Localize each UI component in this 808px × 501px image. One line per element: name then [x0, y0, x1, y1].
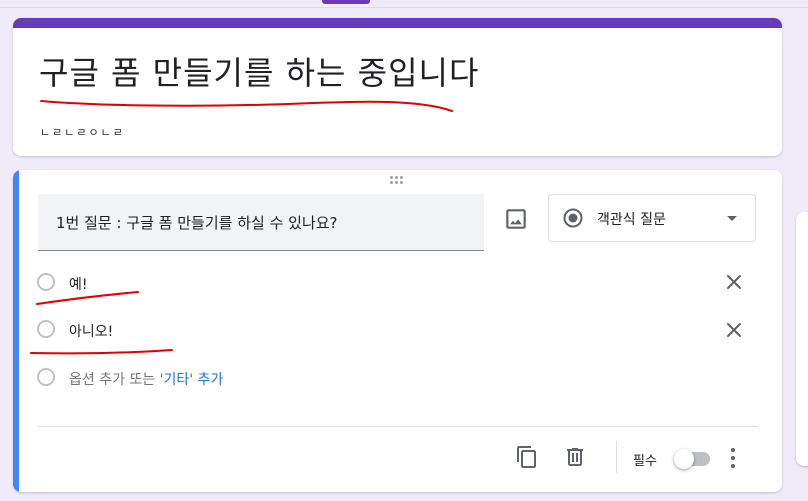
option-label-2[interactable]: 아니오! — [69, 321, 113, 341]
question-type-select[interactable]: 객관식 질문 — [548, 194, 756, 242]
footer-divider — [38, 426, 758, 427]
active-question-accent — [13, 170, 19, 492]
radio-empty-icon — [37, 320, 55, 338]
google-forms-editor: 구글 폼 만들기를 하는 중입니다 ㄴㄹㄴㄹㅇㄴㄹ 1번 질문 : 구글 폼 만… — [0, 0, 808, 501]
question-title-text: 1번 질문 : 구글 폼 만들기를 하실 수 있나요? — [56, 214, 338, 232]
image-icon — [506, 209, 526, 229]
duplicate-button[interactable] — [515, 445, 539, 469]
question-card[interactable]: 1번 질문 : 구글 폼 만들기를 하실 수 있나요? 객관식 질문 예! 아니… — [13, 170, 782, 492]
remove-option-2-button[interactable] — [724, 320, 744, 340]
active-tab-indicator — [322, 0, 370, 4]
header-divider — [0, 7, 808, 8]
required-label: 필수 — [633, 454, 657, 469]
trash-icon — [567, 448, 583, 466]
add-option-label[interactable]: 옵션 추가 또는 — [69, 372, 160, 388]
drag-handle-icon[interactable] — [390, 176, 406, 186]
question-type-label: 객관식 질문 — [597, 212, 666, 228]
remove-option-1-button[interactable] — [724, 272, 744, 292]
more-vert-icon[interactable] — [729, 447, 737, 469]
toggle-knob — [674, 449, 694, 469]
radio-button-checked-icon — [563, 208, 583, 228]
close-icon — [727, 275, 741, 289]
question-title-input[interactable]: 1번 질문 : 구글 폼 만들기를 하실 수 있나요? — [38, 194, 484, 251]
radio-empty-icon — [37, 368, 55, 386]
copy-icon — [517, 446, 536, 468]
option-row-2[interactable]: 아니오! — [37, 318, 437, 344]
close-icon — [727, 323, 741, 337]
form-title[interactable]: 구글 폼 만들기를 하는 중입니다 — [39, 48, 479, 94]
add-image-button[interactable] — [503, 206, 529, 232]
delete-button[interactable] — [563, 445, 587, 469]
form-description[interactable]: ㄴㄹㄴㄹㅇㄴㄹ — [40, 124, 125, 140]
add-other-link[interactable]: '기타' 추가 — [160, 372, 224, 388]
form-title-card[interactable]: 구글 폼 만들기를 하는 중입니다 ㄴㄹㄴㄹㅇㄴㄹ — [13, 18, 782, 156]
theme-accent-bar — [13, 18, 782, 28]
floating-side-toolbar[interactable] — [796, 212, 808, 466]
footer-vertical-divider — [616, 441, 617, 473]
option-row-1[interactable]: 예! — [37, 271, 437, 297]
option-label-1[interactable]: 예! — [69, 274, 88, 294]
add-option-text: 옵션 추가 또는 '기타' 추가 — [69, 369, 223, 389]
caret-down-icon — [727, 216, 737, 221]
radio-empty-icon — [37, 273, 55, 291]
required-toggle[interactable] — [674, 449, 710, 469]
